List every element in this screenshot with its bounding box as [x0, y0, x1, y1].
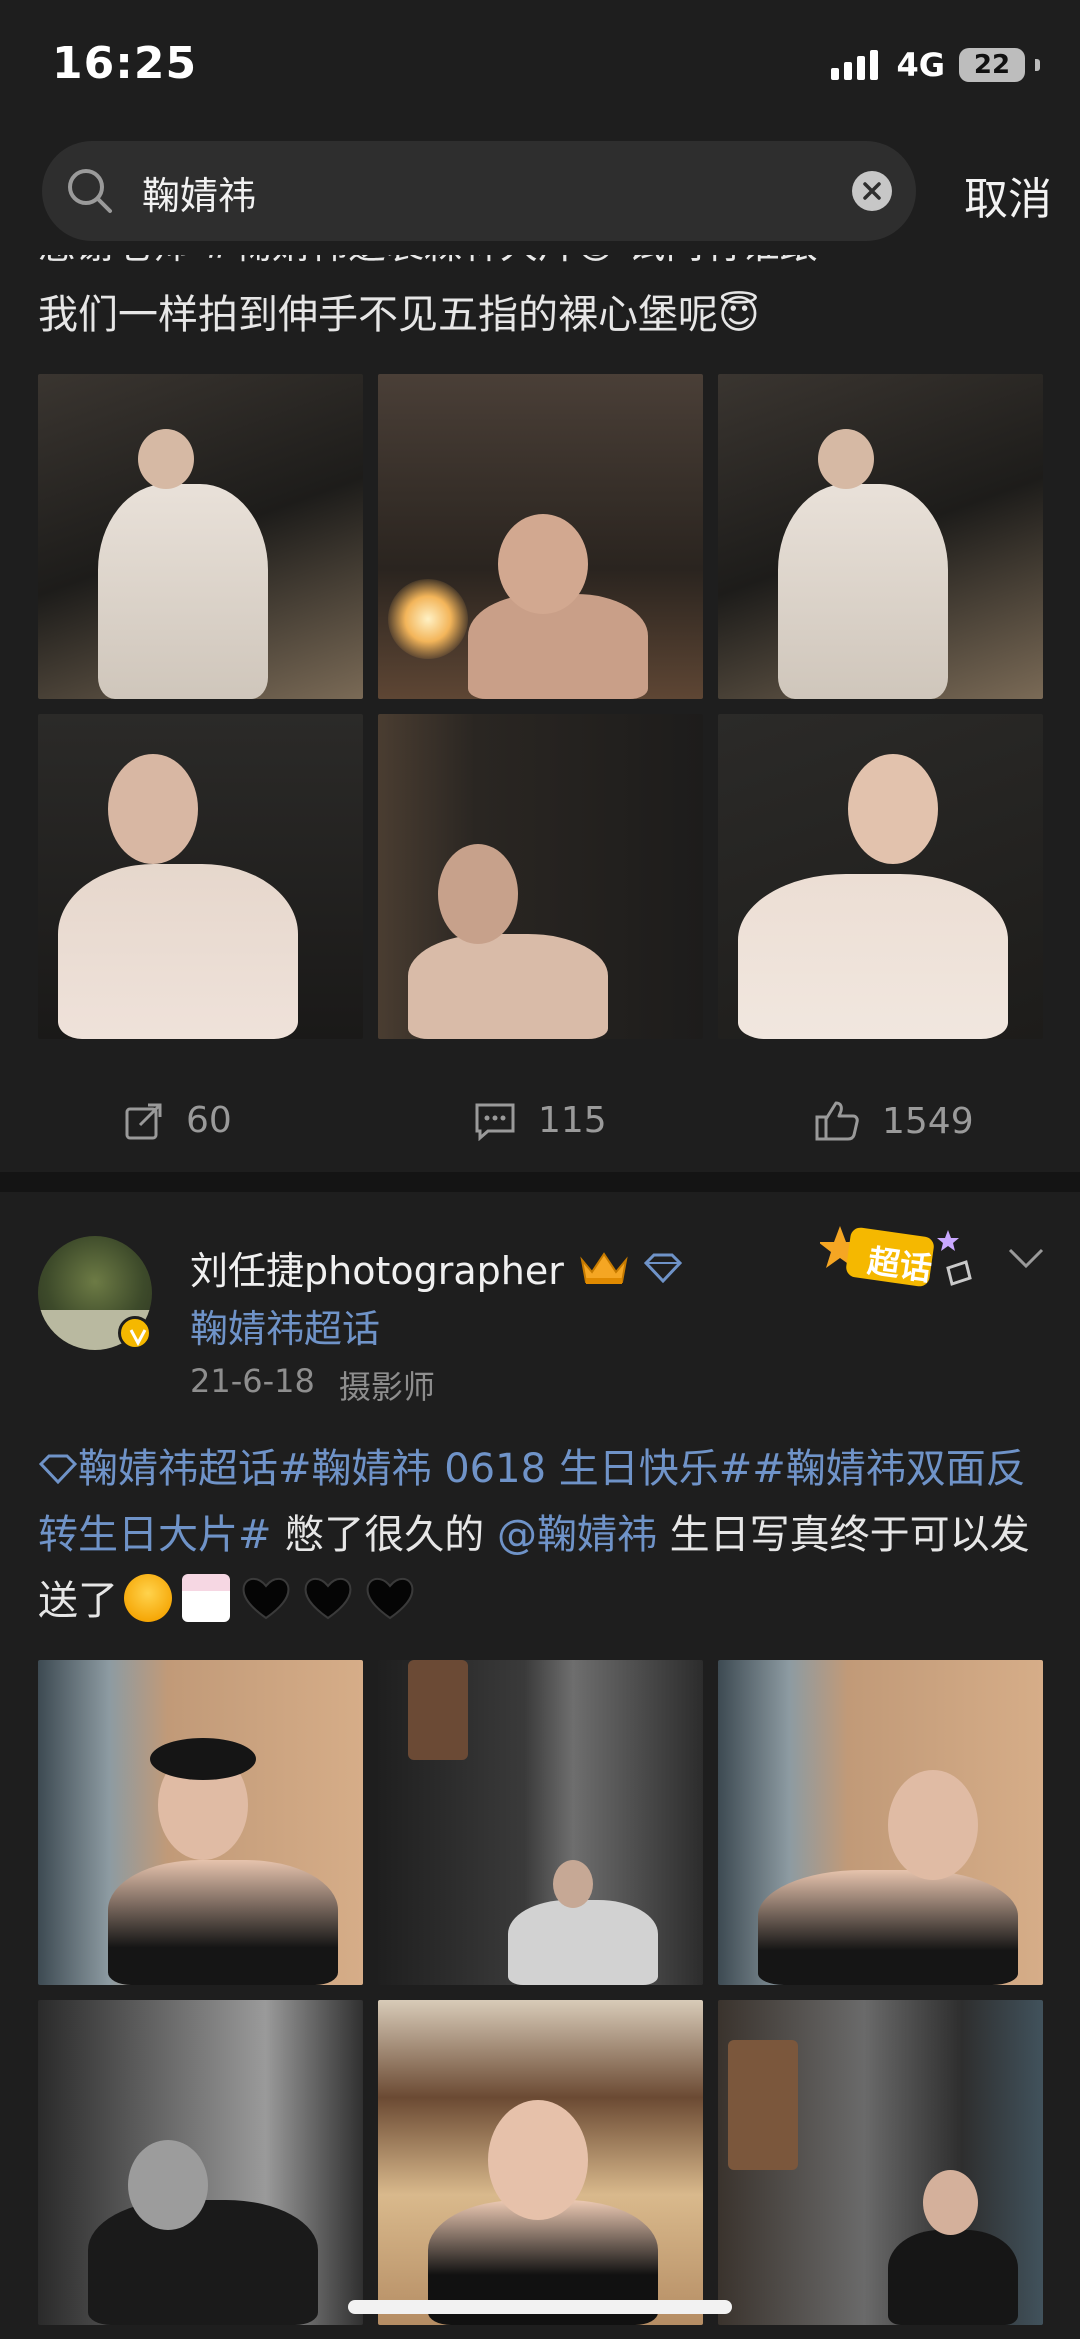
smiling-hearts-emoji-icon — [124, 1574, 172, 1622]
battery-icon: 22 — [959, 48, 1025, 82]
crown-icon — [580, 1251, 628, 1284]
supertalk-label: 超话 — [865, 1241, 935, 1289]
author-name-row[interactable]: 刘任捷photographer — [190, 1240, 682, 1295]
post2-photo-1[interactable] — [38, 1660, 363, 1985]
cellular-signal-icon — [831, 50, 879, 80]
thumbs-up-icon — [815, 1101, 859, 1141]
post1-photo-3[interactable] — [718, 374, 1043, 699]
birthday-cake-emoji-icon — [182, 1574, 230, 1622]
post1-photo-1[interactable] — [38, 374, 363, 699]
black-heart-icon — [366, 1577, 414, 1620]
post2-text[interactable]: 鞠婧祎超话#鞠婧祎 0618 生日快乐##鞠婧祎双面反转生日大片# 憋了很久的 … — [38, 1436, 1042, 1634]
post2-photo-2[interactable] — [378, 1660, 703, 1985]
home-indicator[interactable] — [348, 2300, 732, 2314]
black-heart-icon — [304, 1577, 352, 1620]
clear-search-icon[interactable] — [852, 171, 892, 211]
status-time: 16:25 — [52, 38, 198, 89]
search-input[interactable]: 鞠婧祎 — [42, 141, 916, 241]
post1-photo-6[interactable] — [718, 714, 1043, 1039]
cancel-button[interactable]: 取消 — [964, 163, 1052, 227]
like-button[interactable]: 1549 — [814, 1100, 974, 1142]
post1-action-bar: 60 115 1549 — [0, 1080, 1080, 1170]
post1-photo-2[interactable] — [378, 374, 703, 699]
hashtag-birthday[interactable]: #鞠婧祎 0618 生日快乐# — [278, 1446, 752, 1492]
post2-text-plain: 憋了很久的 — [271, 1512, 497, 1558]
repost-button[interactable]: 60 — [124, 1100, 232, 1141]
status-indicators: 4G 22 — [831, 46, 1040, 84]
author-name: 刘任捷photographer — [190, 1249, 564, 1293]
post1-photo-5[interactable] — [378, 714, 703, 1039]
post2-photo-6[interactable] — [718, 2000, 1043, 2325]
chevron-down-icon[interactable] — [1006, 1246, 1046, 1272]
diamond-icon — [643, 1253, 682, 1283]
share-icon — [125, 1103, 162, 1139]
post2-photo-3[interactable] — [718, 1660, 1043, 1985]
like-count: 1549 — [882, 1100, 974, 1142]
battery-level: 22 — [973, 50, 1011, 80]
repost-count: 60 — [186, 1100, 232, 1141]
post-source: 摄影师 — [338, 1368, 435, 1406]
black-heart-icon — [242, 1577, 290, 1620]
supertalk-diamond-icon — [38, 1454, 78, 1485]
post1-text[interactable]: 我们一样拍到伸手不见五指的裸心堡呢😇 — [38, 282, 1042, 348]
status-bar: 16:25 4G 22 — [0, 0, 1080, 135]
post-meta: 21-6-18 摄影师 — [190, 1362, 435, 1408]
supertalk-badge[interactable]: 超话 — [818, 1218, 980, 1298]
comment-button[interactable]: 115 — [474, 1100, 607, 1141]
post-separator — [0, 1172, 1080, 1192]
post2-photo-5[interactable] — [378, 2000, 703, 2325]
mention-link[interactable]: @鞠婧祎 — [497, 1512, 657, 1558]
post1-image-grid — [38, 374, 1043, 1039]
post2-image-grid — [38, 1660, 1043, 2325]
network-type: 4G — [896, 46, 945, 84]
comment-icon — [475, 1103, 515, 1141]
post1-photo-4[interactable] — [38, 714, 363, 1039]
search-bar-row: 鞠婧祎 取消 — [0, 135, 1080, 255]
post2-photo-4[interactable] — [38, 2000, 363, 2325]
comment-count: 115 — [538, 1100, 607, 1141]
verified-badge-icon — [118, 1316, 152, 1350]
post-date: 21-6-18 — [190, 1362, 315, 1400]
author-topic-link[interactable]: 鞠婧祎超话 — [190, 1298, 380, 1353]
search-query: 鞠婧祎 — [142, 174, 257, 218]
battery-tip — [1035, 59, 1040, 71]
hashtag-supertalk[interactable]: 鞠婧祎超话 — [78, 1446, 278, 1492]
search-icon — [68, 169, 112, 213]
post1-text-line: 我们一样拍到伸手不见五指的裸心堡呢😇 — [38, 292, 760, 338]
